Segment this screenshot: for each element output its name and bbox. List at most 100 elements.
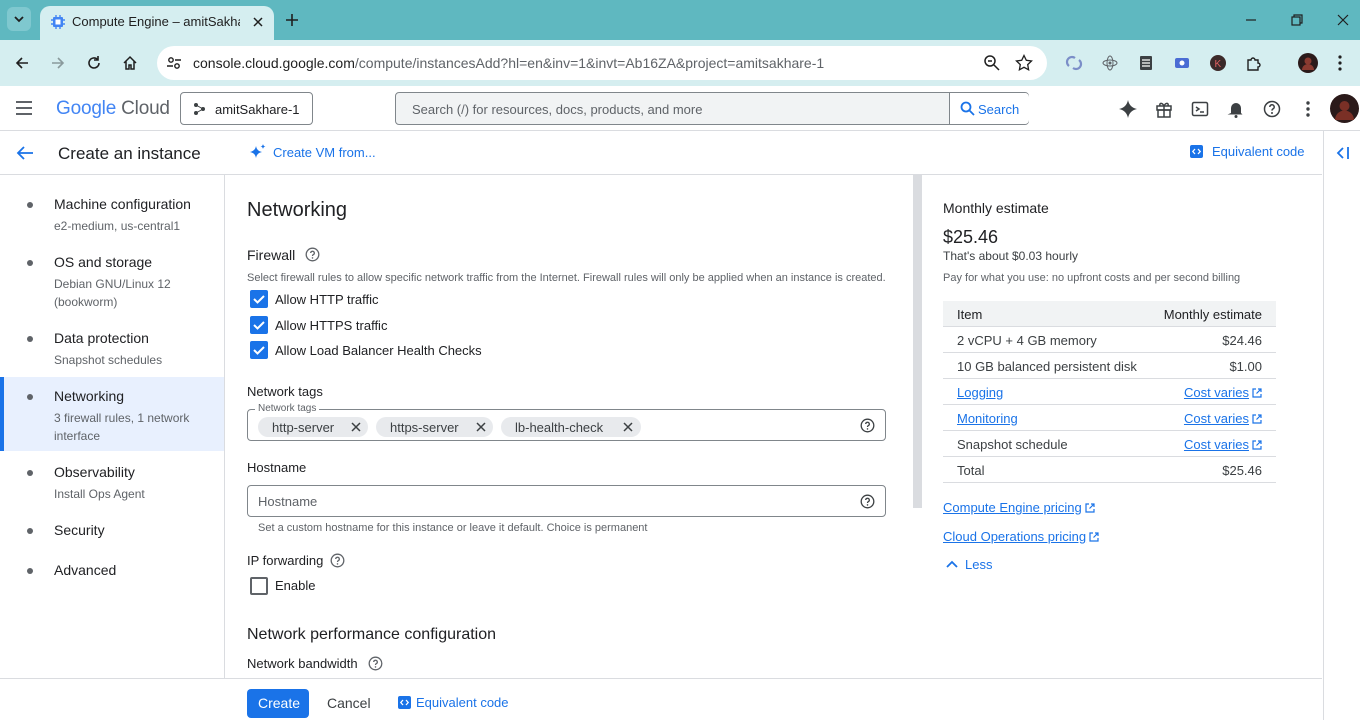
- account-avatar[interactable]: [1330, 94, 1359, 123]
- google-cloud-logo[interactable]: Google Cloud: [56, 98, 170, 120]
- star-icon[interactable]: [1015, 54, 1033, 72]
- lb-health-checks-checkbox[interactable]: [250, 341, 268, 359]
- table-row-total: Total $25.46: [943, 457, 1276, 483]
- compute-engine-favicon-icon: [51, 15, 65, 29]
- extension-4-icon[interactable]: [1173, 54, 1191, 72]
- row-item: Total: [957, 463, 985, 478]
- cost-varies-link[interactable]: Cost varies: [1184, 437, 1262, 452]
- hostname-input[interactable]: Hostname: [247, 485, 886, 517]
- logging-link[interactable]: Logging: [957, 385, 1003, 400]
- tag-chip-http-server[interactable]: http-server: [258, 417, 368, 437]
- remove-tag-icon[interactable]: [350, 421, 362, 433]
- close-window-button[interactable]: [1333, 10, 1353, 30]
- svg-text:K: K: [1215, 59, 1222, 70]
- http-traffic-label: Allow HTTP traffic: [275, 292, 379, 307]
- search-bar[interactable]: Search (/) for resources, docs, products…: [395, 92, 1029, 125]
- nav-label: Machine configuration: [54, 196, 191, 212]
- monitoring-link[interactable]: Monitoring: [957, 411, 1018, 426]
- reload-button[interactable]: [83, 52, 105, 74]
- sparkle-icon: [250, 144, 266, 158]
- search-input[interactable]: Search (/) for resources, docs, products…: [412, 102, 702, 117]
- compute-engine-pricing-link[interactable]: Compute Engine pricing: [943, 500, 1095, 515]
- compute-engine-pricing-label: Compute Engine pricing: [943, 500, 1082, 515]
- hamburger-menu-icon[interactable]: [15, 99, 33, 117]
- https-traffic-checkbox[interactable]: [250, 316, 268, 334]
- nav-item-networking[interactable]: Networking 3 firewall rules, 1 network i…: [0, 377, 224, 451]
- nav-item-os-and-storage[interactable]: OS and storage Debian GNU/Linux 12 (book…: [0, 245, 224, 315]
- cost-varies-link[interactable]: Cost varies: [1184, 411, 1262, 426]
- action-footer: Create Cancel Equivalent code: [0, 678, 1322, 720]
- help-circle-icon[interactable]: [368, 656, 383, 671]
- tag-chip-label: https-server: [390, 420, 459, 435]
- restore-button[interactable]: [1287, 10, 1307, 30]
- network-bandwidth-heading: Network bandwidth: [247, 656, 358, 671]
- nav-item-advanced[interactable]: Advanced: [0, 553, 224, 585]
- nav-sublabel: e2-medium, us-central1: [54, 219, 181, 233]
- extension-2-icon[interactable]: [1101, 54, 1119, 72]
- close-icon: [253, 17, 263, 27]
- page-title: Create an instance: [58, 144, 201, 163]
- new-tab-button[interactable]: [282, 10, 302, 30]
- notifications-bell-icon[interactable]: [1225, 98, 1247, 120]
- forward-button[interactable]: [47, 52, 69, 74]
- cost-varies-label: Cost varies: [1183, 437, 1249, 452]
- help-circle-icon[interactable]: [330, 553, 345, 568]
- cost-varies-link[interactable]: Cost varies: [1184, 385, 1262, 400]
- nav-item-machine-configuration[interactable]: Machine configuration e2-medium, us-cent…: [0, 187, 224, 243]
- help-circle-icon[interactable]: [305, 247, 320, 262]
- nav-item-security[interactable]: Security: [0, 513, 224, 545]
- cancel-button[interactable]: Cancel: [327, 695, 371, 711]
- extension-5-icon[interactable]: K: [1209, 54, 1227, 72]
- external-link-icon: [1089, 532, 1099, 542]
- estimate-price: $25.46: [943, 227, 999, 247]
- extension-3-icon[interactable]: [1137, 54, 1155, 72]
- help-icon[interactable]: [1261, 98, 1283, 120]
- logo-google: Google: [56, 98, 117, 119]
- more-options-icon[interactable]: [1297, 98, 1319, 120]
- search-button[interactable]: Search: [949, 93, 1029, 124]
- extension-1-icon[interactable]: [1065, 54, 1083, 72]
- address-bar[interactable]: console.cloud.google.com/compute/instanc…: [157, 46, 1047, 80]
- gift-icon[interactable]: [1153, 98, 1175, 120]
- less-label: Less: [965, 557, 993, 572]
- project-icon: [194, 103, 205, 115]
- cloud-shell-icon[interactable]: [1189, 98, 1211, 120]
- gemini-sparkle-icon[interactable]: [1117, 98, 1139, 120]
- zoom-icon[interactable]: [983, 54, 1001, 72]
- site-info-icon[interactable]: [165, 54, 183, 72]
- http-traffic-checkbox[interactable]: [250, 290, 268, 308]
- browser-tab[interactable]: Compute Engine – amitSakhare: [40, 6, 274, 40]
- browser-toolbar: console.cloud.google.com/compute/instanc…: [0, 40, 1360, 86]
- nav-bullet: [27, 202, 33, 208]
- plus-icon: [286, 14, 298, 26]
- nav-item-data-protection[interactable]: Data protection Snapshot schedules: [0, 321, 224, 371]
- tag-chip-https-server[interactable]: https-server: [376, 417, 493, 437]
- right-side-panel: [1323, 131, 1360, 720]
- project-picker[interactable]: amitSakhare-1: [180, 92, 313, 125]
- back-arrow-icon[interactable]: [16, 145, 34, 161]
- browser-profile-avatar[interactable]: [1298, 53, 1318, 73]
- ip-forwarding-enable-label: Enable: [275, 578, 316, 593]
- ip-forwarding-checkbox[interactable]: [250, 577, 268, 595]
- create-button[interactable]: Create: [247, 689, 309, 718]
- cloud-operations-pricing-link[interactable]: Cloud Operations pricing: [943, 529, 1099, 544]
- extensions-puzzle-icon[interactable]: [1245, 54, 1263, 72]
- home-button[interactable]: [119, 52, 141, 74]
- back-button[interactable]: [11, 52, 33, 74]
- tab-search-dropdown[interactable]: [7, 7, 31, 31]
- help-circle-icon[interactable]: [860, 418, 875, 433]
- main-scrollbar[interactable]: [913, 175, 922, 508]
- network-tags-field[interactable]: Network tags http-server https-server lb…: [247, 403, 886, 441]
- remove-tag-icon[interactable]: [622, 421, 634, 433]
- checkmark-icon: [253, 346, 265, 355]
- remove-tag-icon[interactable]: [475, 421, 487, 433]
- minimize-button[interactable]: [1241, 10, 1261, 30]
- tab-close-button[interactable]: [248, 12, 268, 32]
- firewall-description: Select firewall rules to allow specific …: [247, 272, 886, 284]
- help-circle-icon[interactable]: [860, 494, 875, 509]
- section-nav: Machine configuration e2-medium, us-cent…: [0, 175, 225, 678]
- collapse-panel-icon[interactable]: [1336, 146, 1350, 160]
- nav-item-observability[interactable]: Observability Install Ops Agent: [0, 455, 224, 505]
- tag-chip-lb-health-check[interactable]: lb-health-check: [501, 417, 641, 437]
- browser-menu-icon[interactable]: [1331, 54, 1349, 72]
